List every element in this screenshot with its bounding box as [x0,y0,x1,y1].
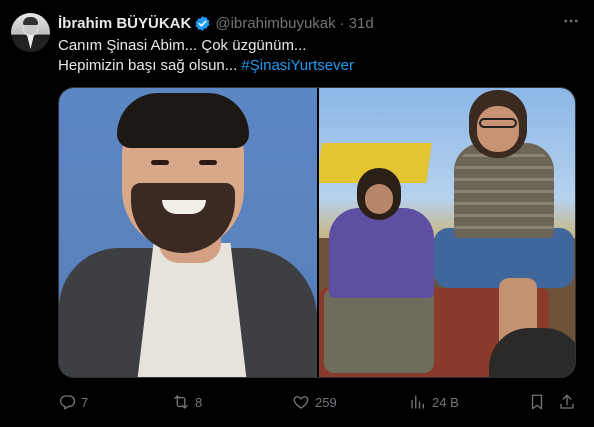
tweet-text: Canım Şinasi Abim... Çok üzgünüm... Hepi… [58,36,578,76]
tweet-text-line-2-body: Hepimizin başı sağ olsun... [58,57,242,74]
avatar-hair [23,17,38,25]
more-icon[interactable] [558,12,584,32]
tweet-timestamp[interactable]: 31d [349,15,374,32]
share-icon [560,394,574,409]
tweet-text-line-2: Hepimizin başı sağ olsun... #ŞinasiYurts… [58,56,578,76]
scene-person2-stripes [454,148,554,238]
views-count: 24 B [432,394,459,410]
tweet-media[interactable] [58,87,576,378]
avatar[interactable] [11,13,50,52]
hashtag-link[interactable]: #ŞinasiYurtsever [241,57,354,74]
scene-person2-glasses [479,118,517,128]
like-count: 259 [315,394,337,410]
tweet-actions: 7 8 259 24 B [58,390,578,414]
scene-person1-body [329,208,434,298]
share-button[interactable] [558,390,576,414]
photo-portrait[interactable] [59,88,317,377]
reply-count: 7 [81,394,89,410]
views-button[interactable]: 24 B [409,390,459,414]
author-name[interactable]: İbrahim BÜYÜKAK [58,15,191,32]
portrait-hair [117,93,249,148]
tweet-text-line-1: Canım Şinasi Abim... Çok üzgünüm... [58,37,307,54]
like-button[interactable]: 259 [292,390,337,414]
separator-dot: · [339,14,345,32]
tweet-header: İbrahim BÜYÜKAK @ibrahimbuyukak · 31d [58,13,374,33]
reply-icon [59,395,76,410]
scene-person2-face [477,106,519,152]
tweet[interactable]: İbrahim BÜYÜKAK @ibrahimbuyukak · 31d Ca… [0,0,594,427]
more-dots-icon [564,19,578,23]
views-icon [411,395,424,409]
portrait-shirt [137,243,247,377]
repost-button[interactable]: 8 [172,390,202,414]
portrait-eye-right [199,160,217,165]
photo-scene[interactable] [319,88,575,377]
author-handle[interactable]: @ibrahimbuyukak [215,15,335,32]
repost-icon [174,395,188,409]
reply-button[interactable]: 7 [58,390,88,414]
bookmark-button[interactable] [528,390,546,414]
bookmark-icon [531,394,543,410]
heart-icon [293,396,309,409]
verified-badge-icon[interactable] [194,15,211,32]
portrait-eye-left [151,160,169,165]
scene-person1-face [365,184,393,214]
scene-person1-legs [324,288,434,373]
repost-count: 8 [195,394,203,410]
